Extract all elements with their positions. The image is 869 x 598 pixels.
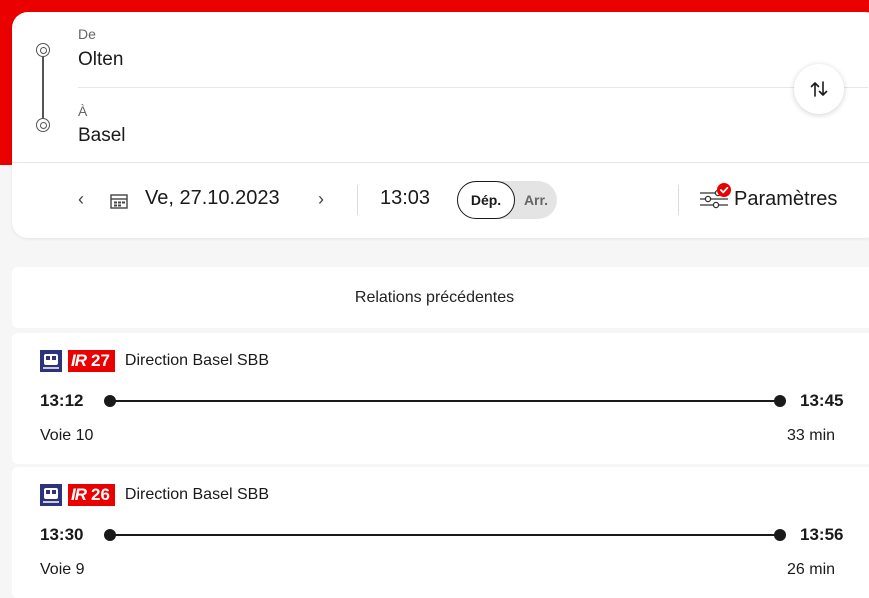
journey-start-dot [104,395,116,407]
check-badge-icon [717,183,731,197]
to-label: À [78,103,88,119]
destination-dot-icon [36,118,50,132]
departure-time: 13:12 [40,391,84,410]
train-icon [40,484,62,506]
origin-dot-icon [36,43,50,57]
trip-direction: Direction Basel SBB [124,486,269,503]
sliders-icon[interactable] [698,183,734,213]
trip-direction: Direction Basel SBB [124,352,269,369]
journey-line [110,400,780,402]
trip-header: IR 26 Direction Basel SBB [40,484,269,506]
from-label: De [78,26,96,42]
calendar-icon [110,194,128,209]
train-icon [40,350,62,372]
departure-option[interactable]: Dép. [457,181,515,219]
previous-connections-button[interactable]: Relations précédentes [12,267,869,328]
line-prefix: IR [71,351,87,370]
previous-day-button[interactable]: ‹ [78,189,92,210]
swap-button[interactable] [794,64,844,114]
date-field[interactable]: Ve, 27.10.2023 [145,187,280,210]
field-divider [78,87,868,88]
line-badge: IR 27 [68,350,115,372]
line-number: 27 [91,351,110,370]
arrival-time: 13:45 [800,391,844,410]
duration: 33 min [787,427,836,444]
time-field[interactable]: 13:03 [380,187,430,210]
journey-end-dot [774,395,786,407]
trip-card[interactable]: IR 26 Direction Basel SBB 13:30 13:56 Vo… [12,467,869,598]
line-prefix: IR [71,485,87,504]
separator [678,185,679,215]
arrival-option[interactable]: Arr. [515,181,557,219]
departure-time: 13:30 [40,525,84,544]
journey-line [110,534,780,536]
separator [357,185,358,215]
search-card: De Olten À Basel ‹ Ve, 27.10.2023 › 13:0… [12,12,869,238]
to-field[interactable]: Basel [78,125,126,147]
platform: Voie 10 [40,427,94,444]
arrival-time: 13:56 [800,525,844,544]
journey-end-dot [774,529,786,541]
date-time-row: ‹ Ve, 27.10.2023 › 13:03 Dép. Arr. Param… [12,163,869,238]
line-badge: IR 26 [68,484,115,506]
journey-start-dot [104,529,116,541]
platform: Voie 9 [40,561,85,578]
trip-card[interactable]: IR 27 Direction Basel SBB 13:12 13:45 Vo… [12,333,869,464]
previous-connections-label: Relations précédentes [354,288,515,306]
line-number: 26 [91,485,110,504]
from-field[interactable]: Olten [78,49,123,71]
swap-vertical-icon [810,81,828,97]
departure-arrival-toggle: Dép. Arr. [457,181,557,219]
next-day-button[interactable]: › [318,189,324,210]
settings-button[interactable]: Paramètres [734,188,837,211]
trip-header: IR 27 Direction Basel SBB [40,350,269,372]
duration: 26 min [787,561,836,578]
